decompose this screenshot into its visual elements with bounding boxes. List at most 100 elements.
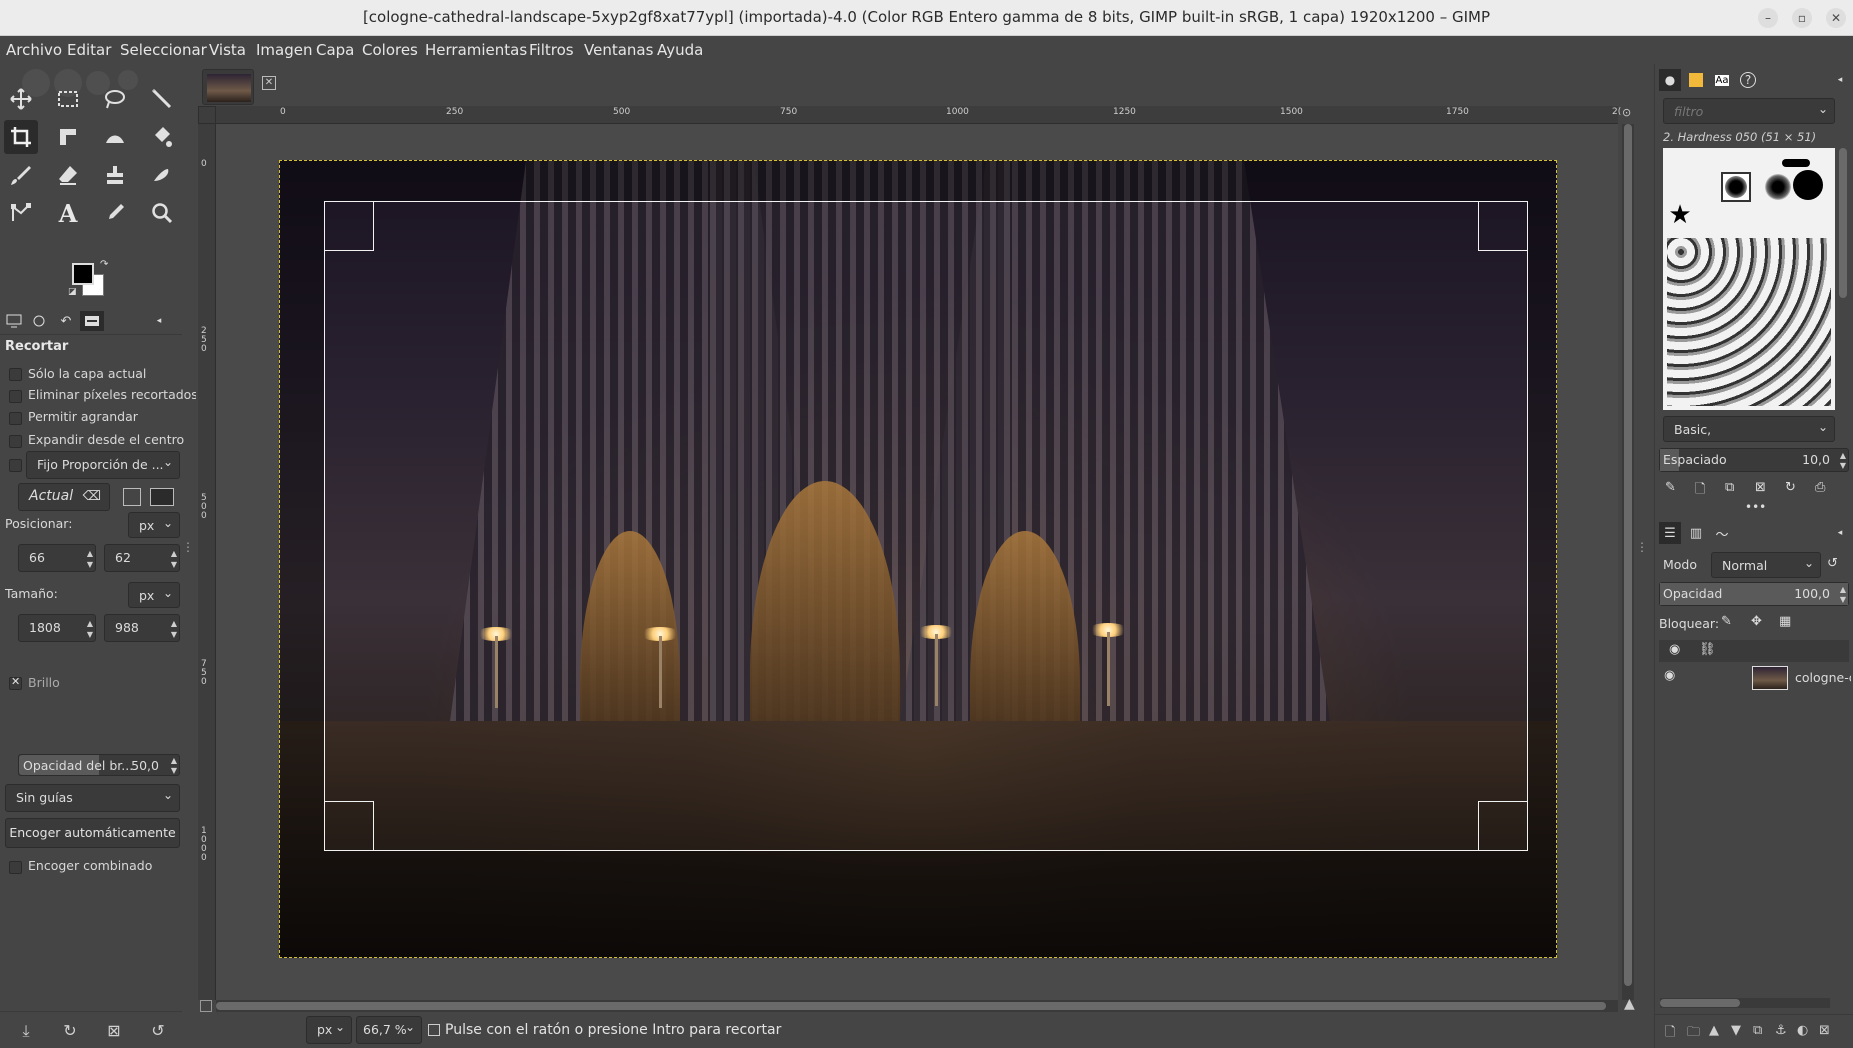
menu-capa[interactable]: Capa	[316, 41, 354, 59]
spin-down-icon[interactable]: ▼	[171, 560, 177, 570]
spin-down-icon[interactable]: ▼	[171, 630, 177, 640]
spin-down-icon[interactable]: ▼	[1840, 595, 1846, 605]
rect-select-icon[interactable]	[51, 82, 85, 116]
lasso-icon[interactable]	[98, 82, 132, 116]
position-unit-select[interactable]: px ⌄	[128, 512, 180, 538]
spin-up-icon[interactable]: ▲	[1840, 451, 1846, 461]
toolbox-grip-icon[interactable]: ⋮	[182, 540, 196, 560]
quick-mask-toggle[interactable]	[198, 106, 216, 124]
crop-rectangle[interactable]	[324, 201, 1528, 851]
spin-down-icon[interactable]: ▼	[1840, 461, 1846, 471]
minimize-icon[interactable]: –	[1758, 8, 1778, 28]
lower-layer-icon[interactable]: ▼	[1731, 1023, 1741, 1038]
crop-handle-top-right[interactable]	[1478, 201, 1528, 251]
layer-name[interactable]: cologne-ca	[1795, 670, 1851, 685]
allow-growing-checkbox[interactable]	[9, 412, 22, 425]
menu-ventanas[interactable]: Ventanas	[584, 41, 653, 59]
image-canvas[interactable]	[279, 160, 1557, 958]
brushes-tab-icon[interactable]: ●	[1659, 69, 1681, 91]
paths-tab-icon[interactable]: 〜	[1711, 522, 1733, 544]
menu-vista[interactable]: Vista	[209, 41, 246, 59]
vertical-scrollbar[interactable]	[1622, 124, 1634, 1000]
brush-item[interactable]	[1667, 238, 1831, 406]
lock-pixels-icon[interactable]: ✎	[1721, 614, 1732, 629]
horizontal-ruler[interactable]: 0 250 500 750 1000 1250 1500 1750 2(	[216, 106, 1621, 124]
default-colors-icon[interactable]: ◪	[68, 287, 77, 297]
image-tab[interactable]	[202, 69, 254, 105]
restore-options-icon[interactable]: ↻	[58, 1021, 82, 1041]
guides-dropdown[interactable]: Sin guías ⌄	[5, 784, 180, 812]
scroll-thumb[interactable]	[216, 1002, 1606, 1010]
crop-tool-icon[interactable]	[4, 120, 38, 154]
raise-layer-icon[interactable]: ▲	[1709, 1023, 1719, 1038]
reset-options-icon[interactable]: ↺	[146, 1021, 170, 1041]
delete-brush-icon[interactable]: ⊠	[1755, 480, 1766, 495]
mask-icon[interactable]: ◐	[1797, 1023, 1808, 1038]
highlight-opacity-slider[interactable]: Opacidad del br... 50,0 ▲ ▼	[18, 754, 180, 776]
shrink-merged-checkbox[interactable]	[9, 861, 22, 874]
menu-archivo[interactable]: Archivo	[6, 41, 62, 59]
dock-grip-icon[interactable]: ⋮	[1636, 540, 1650, 560]
spin-up-icon[interactable]: ▲	[171, 619, 177, 629]
layers-hscrollbar[interactable]	[1660, 998, 1830, 1008]
brush-item[interactable]	[1781, 148, 1811, 178]
fonts-tab-icon[interactable]: Aa	[1711, 69, 1733, 91]
spacing-slider[interactable]: Espaciado 10,0 ▲ ▼	[1659, 448, 1849, 472]
vertical-ruler[interactable]: 0 250 500 750 1000	[198, 124, 216, 1000]
spin-up-icon[interactable]: ▲	[87, 619, 93, 629]
configure-tab-icon[interactable]: ◂	[1829, 69, 1851, 91]
menu-colores[interactable]: Colores	[362, 41, 418, 59]
delete-cropped-checkbox[interactable]	[9, 390, 22, 403]
scroll-thumb[interactable]	[1624, 124, 1632, 986]
brush-grid[interactable]: ★	[1663, 148, 1835, 410]
menu-filtros[interactable]: Filtros	[529, 41, 574, 59]
only-current-layer-checkbox[interactable]	[9, 368, 22, 381]
layers-tab-icon[interactable]: ☰	[1659, 522, 1681, 544]
duplicate-layer-icon[interactable]: ⧉	[1753, 1023, 1762, 1038]
swap-colors-icon[interactable]: ↷	[100, 259, 108, 270]
menu-editar[interactable]: Editar	[67, 41, 111, 59]
spin-up-icon[interactable]: ▲	[171, 756, 177, 766]
eraser-icon[interactable]	[51, 158, 85, 192]
brush-item-selected[interactable]	[1721, 172, 1751, 202]
portrait-icon[interactable]	[123, 488, 141, 506]
navigate-icon[interactable]: ▲	[1624, 996, 1635, 1012]
color-picker-icon[interactable]	[98, 196, 132, 230]
menu-imagen[interactable]: Imagen	[256, 41, 312, 59]
brush-item-star[interactable]: ★	[1665, 200, 1695, 230]
undo-history-tab-icon[interactable]: ↶	[54, 311, 78, 331]
crop-handle-bottom-right[interactable]	[1478, 801, 1528, 851]
delete-options-icon[interactable]: ⊠	[102, 1021, 126, 1041]
expand-center-checkbox[interactable]	[9, 435, 22, 448]
warp-icon[interactable]	[98, 120, 132, 154]
paths-icon[interactable]	[4, 196, 38, 230]
anchor-layer-icon[interactable]: ⚓	[1775, 1023, 1787, 1038]
landscape-icon[interactable]	[150, 488, 174, 506]
smudge-icon[interactable]	[145, 158, 179, 192]
zoom-select[interactable]: 66,7 % ⌄	[356, 1016, 422, 1044]
configure-tab-icon[interactable]: ◂	[1829, 522, 1851, 544]
highlight-checkbox[interactable]	[9, 675, 22, 690]
new-group-icon[interactable]: 🗀	[1687, 1023, 1700, 1045]
paintbrush-icon[interactable]	[4, 158, 38, 192]
crop-handle-top-left[interactable]	[324, 201, 374, 251]
layer-mode-select[interactable]: Normal ⌄	[1711, 552, 1821, 578]
layer-row[interactable]: ◉ cologne-ca	[1660, 662, 1851, 694]
device-status-tab-icon[interactable]	[28, 311, 52, 331]
size-height-input[interactable]: 988 ▲ ▼	[104, 614, 180, 642]
fuzzy-select-icon[interactable]	[145, 82, 179, 116]
move-tool-icon[interactable]	[4, 82, 38, 116]
aspect-value-field[interactable]: Actual ⌫	[18, 483, 110, 511]
spin-down-icon[interactable]: ▼	[87, 560, 93, 570]
size-width-input[interactable]: 1808 ▲ ▼	[18, 614, 96, 642]
brush-tag-select[interactable]: Basic, ⌄	[1663, 416, 1835, 442]
spin-up-icon[interactable]: ▲	[1840, 585, 1846, 595]
edit-brush-icon[interactable]: ✎	[1665, 480, 1676, 495]
duplicate-brush-icon[interactable]: ⧉	[1725, 480, 1734, 495]
size-unit-select[interactable]: px ⌄	[128, 582, 180, 608]
horizontal-scrollbar[interactable]	[216, 1000, 1618, 1012]
spin-up-icon[interactable]: ▲	[87, 549, 93, 559]
new-layer-icon[interactable]: 🗋	[1665, 1023, 1675, 1045]
spin-down-icon[interactable]: ▼	[87, 630, 93, 640]
menu-seleccionar[interactable]: Seleccionar	[120, 41, 207, 59]
